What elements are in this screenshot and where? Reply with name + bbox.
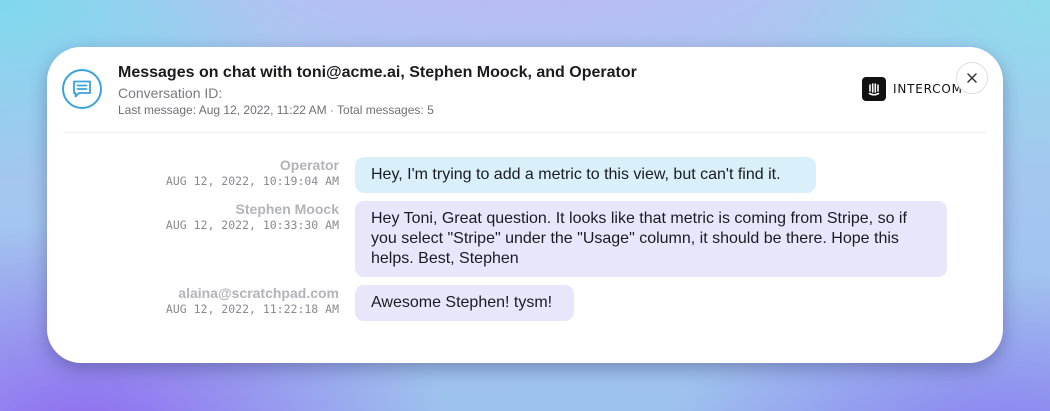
brand: INTERCOM — [862, 77, 963, 101]
message-sender: alaina@scratchpad.com — [178, 285, 339, 301]
message-bubble: Awesome Stephen! tysm! — [355, 285, 574, 321]
message-bubble: Hey, I'm trying to add a metric to this … — [355, 157, 816, 193]
message-meta: alaina@scratchpad.com AUG 12, 2022, 11:2… — [166, 285, 339, 317]
conversation-header: Messages on chat with toni@acme.ai, Step… — [118, 63, 637, 118]
message-timestamp: AUG 12, 2022, 10:33:30 AM — [165, 218, 339, 232]
intercom-logo-icon — [862, 77, 886, 101]
close-icon — [967, 73, 977, 83]
page-title: Messages on chat with toni@acme.ai, Step… — [118, 64, 637, 81]
message-timestamp: AUG 12, 2022, 10:19:04 AM — [165, 174, 339, 188]
message-sender: Stephen Moock — [235, 201, 339, 217]
conversation-card: Messages on chat with toni@acme.ai, Step… — [47, 47, 1003, 363]
message-bubble: Hey Toni, Great question. It looks like … — [355, 201, 947, 277]
chat-bubble-icon — [62, 69, 102, 109]
message-meta: Operator AUG 12, 2022, 10:19:04 AM — [166, 157, 339, 189]
conversation-meta: Last message: Aug 12, 2022, 11:22 AM · T… — [118, 103, 434, 117]
conversation-id-label: Conversation ID: — [118, 85, 223, 101]
close-button[interactable] — [956, 62, 988, 94]
message-timestamp: AUG 12, 2022, 11:22:18 AM — [165, 302, 339, 316]
message-meta: Stephen Moock AUG 12, 2022, 10:33:30 AM — [166, 201, 339, 233]
brand-name: INTERCOM — [893, 82, 963, 96]
message-sender: Operator — [279, 157, 339, 173]
header-divider — [63, 132, 987, 133]
